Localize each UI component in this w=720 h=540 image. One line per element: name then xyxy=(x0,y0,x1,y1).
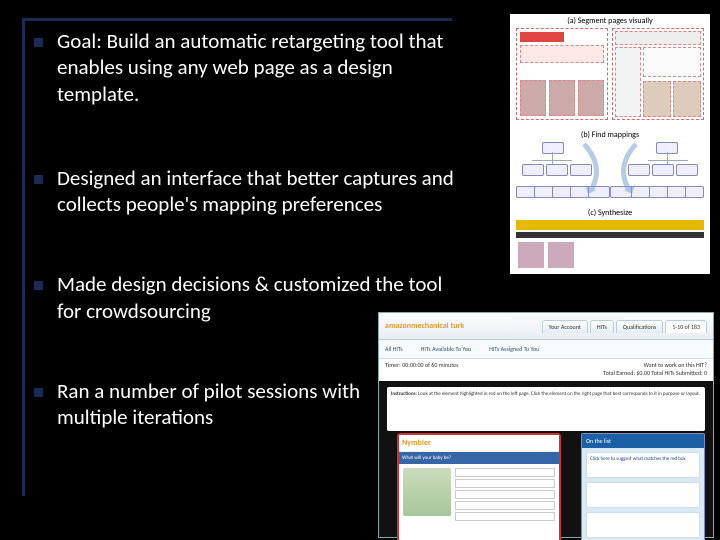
pager: 1-10 of 183 xyxy=(665,320,707,333)
panel-row xyxy=(586,482,700,508)
subnav-item: HITs Available To You xyxy=(421,345,472,353)
mturk-logo: amazonmechanical turk xyxy=(385,321,464,331)
tab: Qualifications xyxy=(616,320,663,333)
brand: Nymbler xyxy=(402,438,431,448)
bullet-text: Ran a number of pilot sessions with mult… xyxy=(57,378,387,431)
mturk-subnav: All HITs HITs Available To You HITs Assi… xyxy=(379,340,713,359)
segmentation-row xyxy=(516,28,704,122)
meta-ask: Want to work on this HIT? xyxy=(644,361,707,369)
panel-title: On the list xyxy=(582,434,704,448)
source-panel: Nymbler What will your baby be? xyxy=(397,433,561,540)
bullet-square-icon xyxy=(34,175,43,184)
caption: What will your baby be? xyxy=(399,452,559,464)
panel-row xyxy=(586,512,700,538)
timer: Timer: 00:00:00 of 60 minutes xyxy=(385,361,459,383)
slide: Goal: Build an automatic retargeting too… xyxy=(0,0,720,540)
subnav-item: HITs Assigned To You xyxy=(489,345,539,353)
avatar-thumb xyxy=(403,468,451,516)
bullet-text: Designed an interface that better captur… xyxy=(57,165,454,218)
bullet-item: Goal: Build an automatic retargeting too… xyxy=(34,28,454,107)
mturk-header: amazonmechanical turk Your Account HITs … xyxy=(379,313,713,340)
bullet-text: Goal: Build an automatic retargeting too… xyxy=(57,28,454,107)
mapping-tree xyxy=(514,142,706,198)
tab: Your Account xyxy=(542,320,588,333)
bullet-square-icon xyxy=(34,388,43,397)
figure-pipeline: (a) Segment pages visually (b) Find mapp… xyxy=(510,14,710,274)
arrow-icon xyxy=(578,142,604,196)
tab: HITs xyxy=(590,320,614,333)
instructions: Instructions: Look at the element highli… xyxy=(387,387,705,431)
bullet-square-icon xyxy=(34,38,43,47)
panel-row: Click here to suggest what matches the r… xyxy=(586,452,700,478)
mturk-hit: Instructions: Look at the element highli… xyxy=(379,381,713,537)
bullet-item: Designed an interface that better captur… xyxy=(34,165,454,218)
caption-a: (a) Segment pages visually xyxy=(510,16,710,26)
meta-earn: Total Earned: $0.00 Total HITs Submitted… xyxy=(603,369,707,377)
subnav-item: All HITs xyxy=(385,345,403,353)
target-panel: On the list Click here to suggest what m… xyxy=(581,433,705,540)
figure-mturk: amazonmechanical turk Your Account HITs … xyxy=(378,312,714,538)
mturk-tabs: Your Account HITs Qualifications 1-10 of… xyxy=(542,320,707,333)
rule-left xyxy=(22,18,25,496)
synth-preview xyxy=(516,220,704,270)
page-thumb xyxy=(516,28,608,120)
caption-b: (b) Find mappings xyxy=(510,130,710,140)
page-thumb xyxy=(612,28,704,120)
arrow-icon xyxy=(616,142,642,196)
rule-top xyxy=(22,18,452,21)
bullet-square-icon xyxy=(34,281,43,290)
caption-c: (c) Synthesize xyxy=(510,208,710,218)
